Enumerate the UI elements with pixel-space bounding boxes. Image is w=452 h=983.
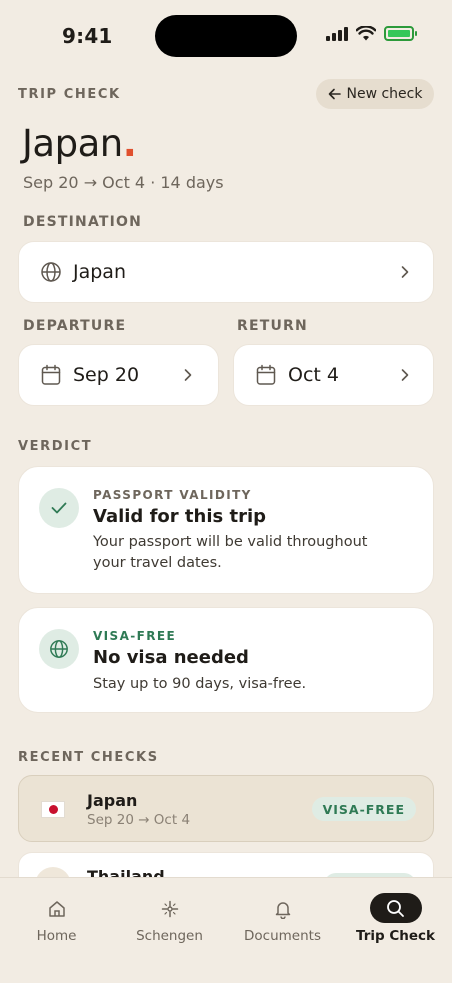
battery-icon xyxy=(384,26,417,41)
new-check-label: New check xyxy=(346,86,423,102)
bell-icon xyxy=(275,901,290,919)
verdict-badge xyxy=(39,629,79,669)
arrow-left-icon xyxy=(328,88,341,100)
verdict-description: Your passport will be valid throughout y… xyxy=(93,534,368,571)
return-label: RETURN xyxy=(237,318,308,334)
calendar-icon xyxy=(256,364,276,385)
title-accent-dot: . xyxy=(122,122,137,165)
verdict-title: No visa needed xyxy=(93,647,249,668)
return-value: Oct 4 xyxy=(288,364,339,386)
calendar-icon xyxy=(41,364,61,385)
verdict-badge xyxy=(39,488,79,528)
departure-value: Sep 20 xyxy=(73,364,140,386)
new-check-button[interactable]: New check xyxy=(316,79,434,109)
wifi-icon xyxy=(356,26,376,41)
globe-icon xyxy=(41,262,61,282)
check-icon xyxy=(51,502,67,514)
verdict-title: Valid for this trip xyxy=(93,506,267,527)
tab-bar: Home Schengen Documents Trip Check xyxy=(0,877,452,983)
tab-label: Trip Check xyxy=(355,928,436,944)
recent-check-name: Japan xyxy=(87,791,138,810)
chevron-right-icon xyxy=(184,369,192,381)
tab-label: Schengen xyxy=(136,928,203,944)
status-badge: VISA-FREE xyxy=(311,797,416,821)
globe-icon xyxy=(50,640,68,658)
tab-label: Documents xyxy=(244,928,321,944)
verdict-label: VERDICT xyxy=(18,439,93,454)
star-compass-icon xyxy=(161,900,178,918)
verdict-card-passport: PASSPORT VALIDITY Valid for this trip Yo… xyxy=(18,466,434,594)
recent-checks-label: RECENT CHECKS xyxy=(18,750,159,765)
tab-schengen[interactable]: Schengen xyxy=(113,878,226,958)
page-title: Japan. xyxy=(22,122,137,165)
status-time: 9:41 xyxy=(62,24,113,48)
trip-summary: Sep 20 → Oct 4 · 14 days xyxy=(23,173,224,192)
tab-home[interactable]: Home xyxy=(0,878,113,958)
chevron-right-icon xyxy=(401,369,409,381)
tab-label: Home xyxy=(36,928,77,944)
destination-label: DESTINATION xyxy=(23,214,143,230)
home-icon xyxy=(48,901,65,917)
status-icons xyxy=(326,26,417,41)
verdict-eyebrow: VISA-FREE xyxy=(93,629,177,643)
page-title-text: Japan xyxy=(22,122,123,165)
search-icon xyxy=(387,899,404,917)
verdict-eyebrow: PASSPORT VALIDITY xyxy=(93,488,252,502)
page-eyebrow: TRIP CHECK xyxy=(18,87,121,102)
verdict-description: Stay up to 90 days, visa-free. xyxy=(93,676,307,692)
recent-check-item[interactable]: Japan Sep 20 → Oct 4 VISA-FREE xyxy=(18,775,434,842)
cellular-signal-icon xyxy=(326,26,348,41)
chevron-right-icon xyxy=(401,266,409,278)
tab-documents[interactable]: Documents xyxy=(226,878,339,958)
return-field[interactable]: Oct 4 xyxy=(233,344,434,406)
tab-trip-check[interactable]: Trip Check xyxy=(339,878,452,958)
japan-flag-icon xyxy=(41,801,65,818)
departure-label: DEPARTURE xyxy=(23,318,127,334)
verdict-card-visa: VISA-FREE No visa needed Stay up to 90 d… xyxy=(18,607,434,713)
dynamic-island xyxy=(155,15,297,57)
recent-check-dates: Sep 20 → Oct 4 xyxy=(87,812,191,828)
status-bar: 9:41 xyxy=(0,0,452,72)
destination-field[interactable]: Japan xyxy=(18,241,434,303)
destination-value: Japan xyxy=(73,261,126,283)
departure-field[interactable]: Sep 20 xyxy=(18,344,219,406)
